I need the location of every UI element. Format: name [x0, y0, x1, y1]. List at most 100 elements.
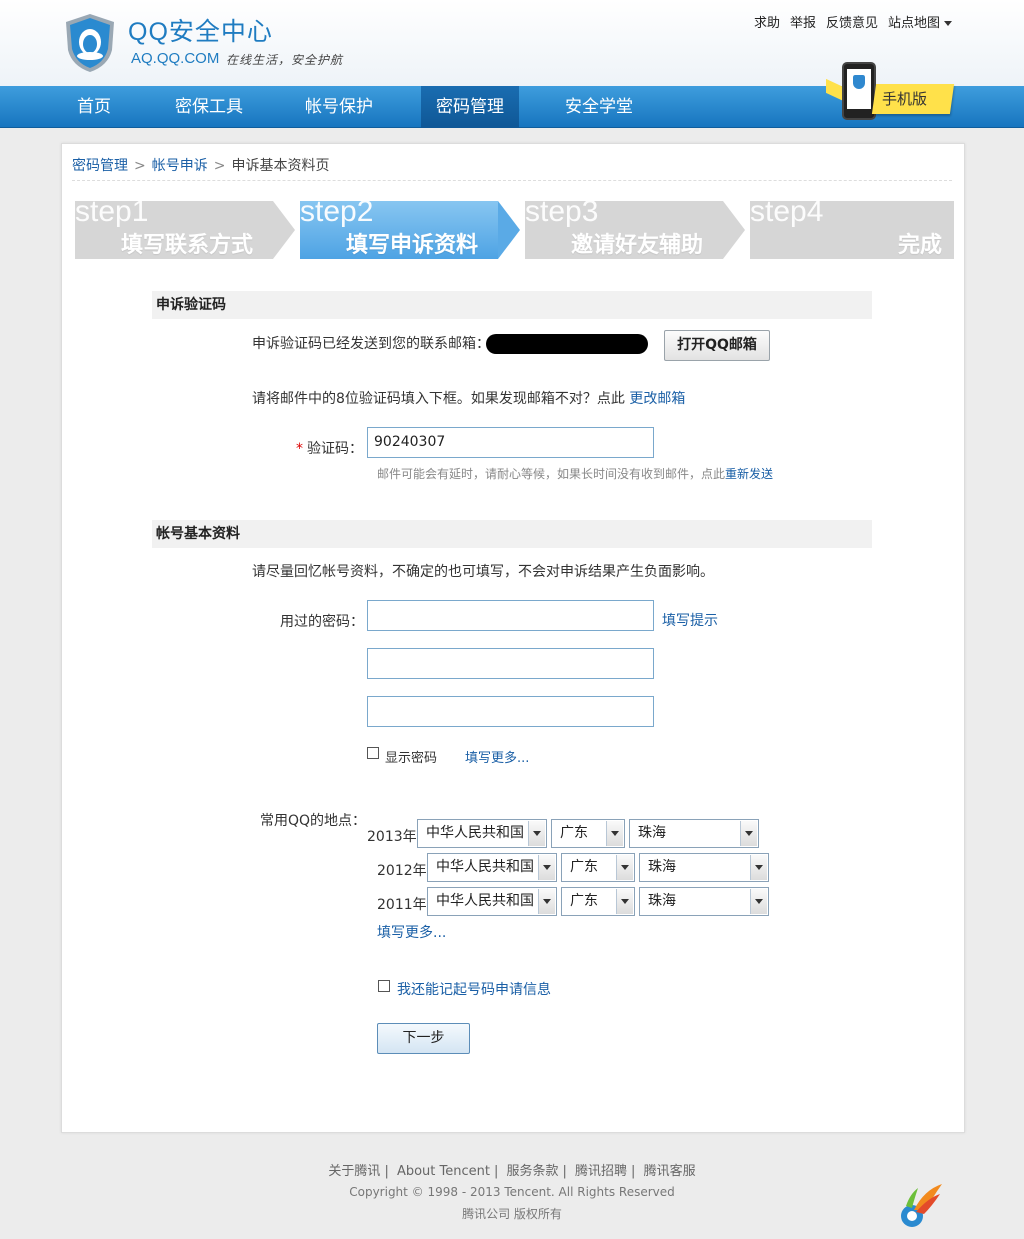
breadcrumb-account-appeal[interactable]: 帐号申诉 [152, 158, 208, 174]
step-4-number: step4 [750, 195, 824, 228]
step-2-number: step2 [300, 195, 374, 228]
footer-link-terms[interactable]: 服务条款 [507, 1164, 559, 1179]
code-label: * 验证码： [296, 438, 363, 458]
country-value: 中华人民共和国 [436, 859, 534, 875]
sitemap-label: 站点地图 [887, 16, 940, 31]
footer: 关于腾讯 | About Tencent | 服务条款 | 腾讯招聘 | 腾讯客服 Co… [0, 1160, 1024, 1222]
chevron-down-icon [616, 889, 633, 914]
chevron-down-icon [528, 821, 545, 846]
code-sent-text: 申诉验证码已经发送到您的联系邮箱： [252, 336, 490, 352]
country-select-2013[interactable]: 中华人民共和国 [417, 819, 547, 848]
top-link-help[interactable]: 求助 [754, 12, 780, 31]
breadcrumb-password-management[interactable]: 密码管理 [72, 158, 128, 174]
country-select-2011[interactable]: 中华人民共和国 [427, 887, 557, 916]
nav-item-home[interactable]: 首页 [62, 86, 126, 128]
qq-shield-logo-icon[interactable] [62, 12, 118, 74]
main-panel: 密码管理 > 帐号申诉 > 申诉基本资料页 step1 填写联系方式 step2 填写申… [61, 143, 965, 1133]
top-link-report[interactable]: 举报 [790, 12, 816, 31]
step-1: step1 填写联系方式 [75, 195, 295, 259]
chevron-down-icon [750, 889, 767, 914]
mobile-version-badge[interactable]: 手机版 [826, 62, 956, 120]
province-select-2013[interactable]: 广东 [551, 819, 625, 848]
show-password-label: 显示密码 [385, 751, 438, 766]
footer-link-careers[interactable]: 腾讯招聘 [575, 1164, 627, 1179]
step-3-label: 邀请好友辅助 [571, 233, 704, 258]
nav-item-security-tools[interactable]: 密保工具 [164, 86, 254, 128]
footer-link-about[interactable]: 关于腾讯 [328, 1164, 380, 1179]
footer-company: 腾讯公司 版权所有 [462, 1207, 562, 1221]
instruction-text: 请将邮件中的8位验证码填入下框。如果发现邮箱不对？点此 更改邮箱 [252, 388, 685, 408]
chevron-down-icon [750, 855, 767, 880]
city-value: 珠海 [648, 859, 676, 875]
year-2013: 2013年 [367, 829, 417, 845]
top-link-sitemap[interactable]: 站点地图 [888, 12, 952, 31]
password-input-3[interactable] [367, 696, 654, 727]
footer-copyright: Copyright © 1998 - 2013 Tencent. All Rig… [349, 1185, 675, 1199]
change-email-link[interactable]: 更改邮箱 [629, 391, 685, 407]
country-value: 中华人民共和国 [426, 825, 524, 841]
breadcrumb-current: 申诉基本资料页 [231, 158, 330, 174]
city-value: 珠海 [648, 893, 676, 909]
password-label: 用过的密码： [280, 614, 364, 630]
province-select-2012[interactable]: 广东 [561, 853, 635, 882]
more-locations-link[interactable]: 填写更多... [377, 922, 446, 942]
chevron-down-icon [616, 855, 633, 880]
province-value: 广东 [570, 893, 598, 909]
phone-icon [842, 62, 876, 120]
site-domain: AQ.QQ.COM [131, 50, 220, 67]
footer-links: 关于腾讯 | About Tencent | 服务条款 | 腾讯招聘 | 腾讯客服 [328, 1164, 696, 1179]
fill-hint-link[interactable]: 填写提示 [662, 610, 718, 630]
step-1-number: step1 [75, 195, 149, 228]
delay-hint: 邮件可能会有延时，请耐心等候，如果长时间没有收到邮件，点此重新发送 [377, 465, 773, 482]
step-4: step4 完成 [750, 195, 954, 259]
mobile-label: 手机版 [882, 90, 928, 108]
site-title[interactable]: QQ安全中心 [128, 12, 273, 48]
verification-code-input[interactable]: 90240307 [367, 427, 654, 458]
step-2: step2 填写申诉资料 [300, 195, 520, 259]
required-marker: * [296, 441, 303, 457]
instruction-label: 请将邮件中的8位验证码填入下框。如果发现邮箱不对？点此 [252, 391, 625, 407]
delay-hint-text: 邮件可能会有延时，请耐心等候，如果长时间没有收到邮件，点此 [377, 467, 726, 481]
remember-info-label[interactable]: 我还能记起号码申请信息 [397, 979, 551, 999]
province-value: 广东 [560, 825, 588, 841]
year-2012: 2012年 [377, 863, 427, 879]
account-intro: 请尽量回忆帐号资料，不确定的也可填写，不会对申诉结果产生负面影响。 [252, 564, 714, 580]
province-select-2011[interactable]: 广东 [561, 887, 635, 916]
city-select-2012[interactable]: 珠海 [639, 853, 769, 882]
redacted-email [486, 334, 648, 354]
password-input-2[interactable] [367, 648, 654, 679]
step-2-label: 填写申诉资料 [346, 233, 479, 258]
next-step-button[interactable]: 下一步 [377, 1023, 470, 1054]
country-select-2012[interactable]: 中华人民共和国 [427, 853, 557, 882]
caret-down-icon [944, 21, 952, 26]
breadcrumb: 密码管理 > 帐号申诉 > 申诉基本资料页 [72, 155, 952, 181]
footer-link-about-en[interactable]: About Tencent [397, 1164, 490, 1179]
chevron-down-icon [740, 821, 757, 846]
chevron-right-icon: > [134, 158, 146, 174]
site-slogan: 在线生活，安全护航 [226, 53, 344, 67]
nav-item-security-school[interactable]: 安全学堂 [554, 86, 644, 128]
resend-link[interactable]: 重新发送 [725, 467, 773, 481]
step-3: step3 邀请好友辅助 [525, 195, 745, 259]
section-verify-title: 申诉验证码 [152, 291, 872, 319]
city-select-2013[interactable]: 珠海 [629, 819, 759, 848]
top-link-feedback[interactable]: 反馈意见 [826, 12, 878, 31]
section-account-title: 帐号基本资料 [152, 520, 872, 548]
city-select-2011[interactable]: 珠海 [639, 887, 769, 916]
top-links: 求助 举报 反馈意见 站点地图 [754, 12, 952, 31]
nav-item-password-management[interactable]: 密码管理 [421, 86, 519, 128]
chevron-down-icon [538, 855, 555, 880]
show-password-checkbox[interactable] [367, 747, 379, 759]
step-1-label: 填写联系方式 [121, 233, 254, 258]
nav-item-account-protection[interactable]: 帐号保护 [294, 86, 384, 128]
footer-link-support[interactable]: 腾讯客服 [644, 1164, 696, 1179]
chevron-down-icon [538, 889, 555, 914]
country-value: 中华人民共和国 [436, 893, 534, 909]
password-input-1[interactable] [367, 600, 654, 631]
year-2011: 2011年 [377, 897, 427, 913]
remember-info-checkbox[interactable] [378, 980, 390, 992]
more-passwords-link[interactable]: 填写更多... [465, 747, 529, 766]
code-label-text: 验证码： [307, 441, 363, 457]
province-value: 广东 [570, 859, 598, 875]
open-qq-mail-button[interactable]: 打开QQ邮箱 [664, 330, 770, 361]
